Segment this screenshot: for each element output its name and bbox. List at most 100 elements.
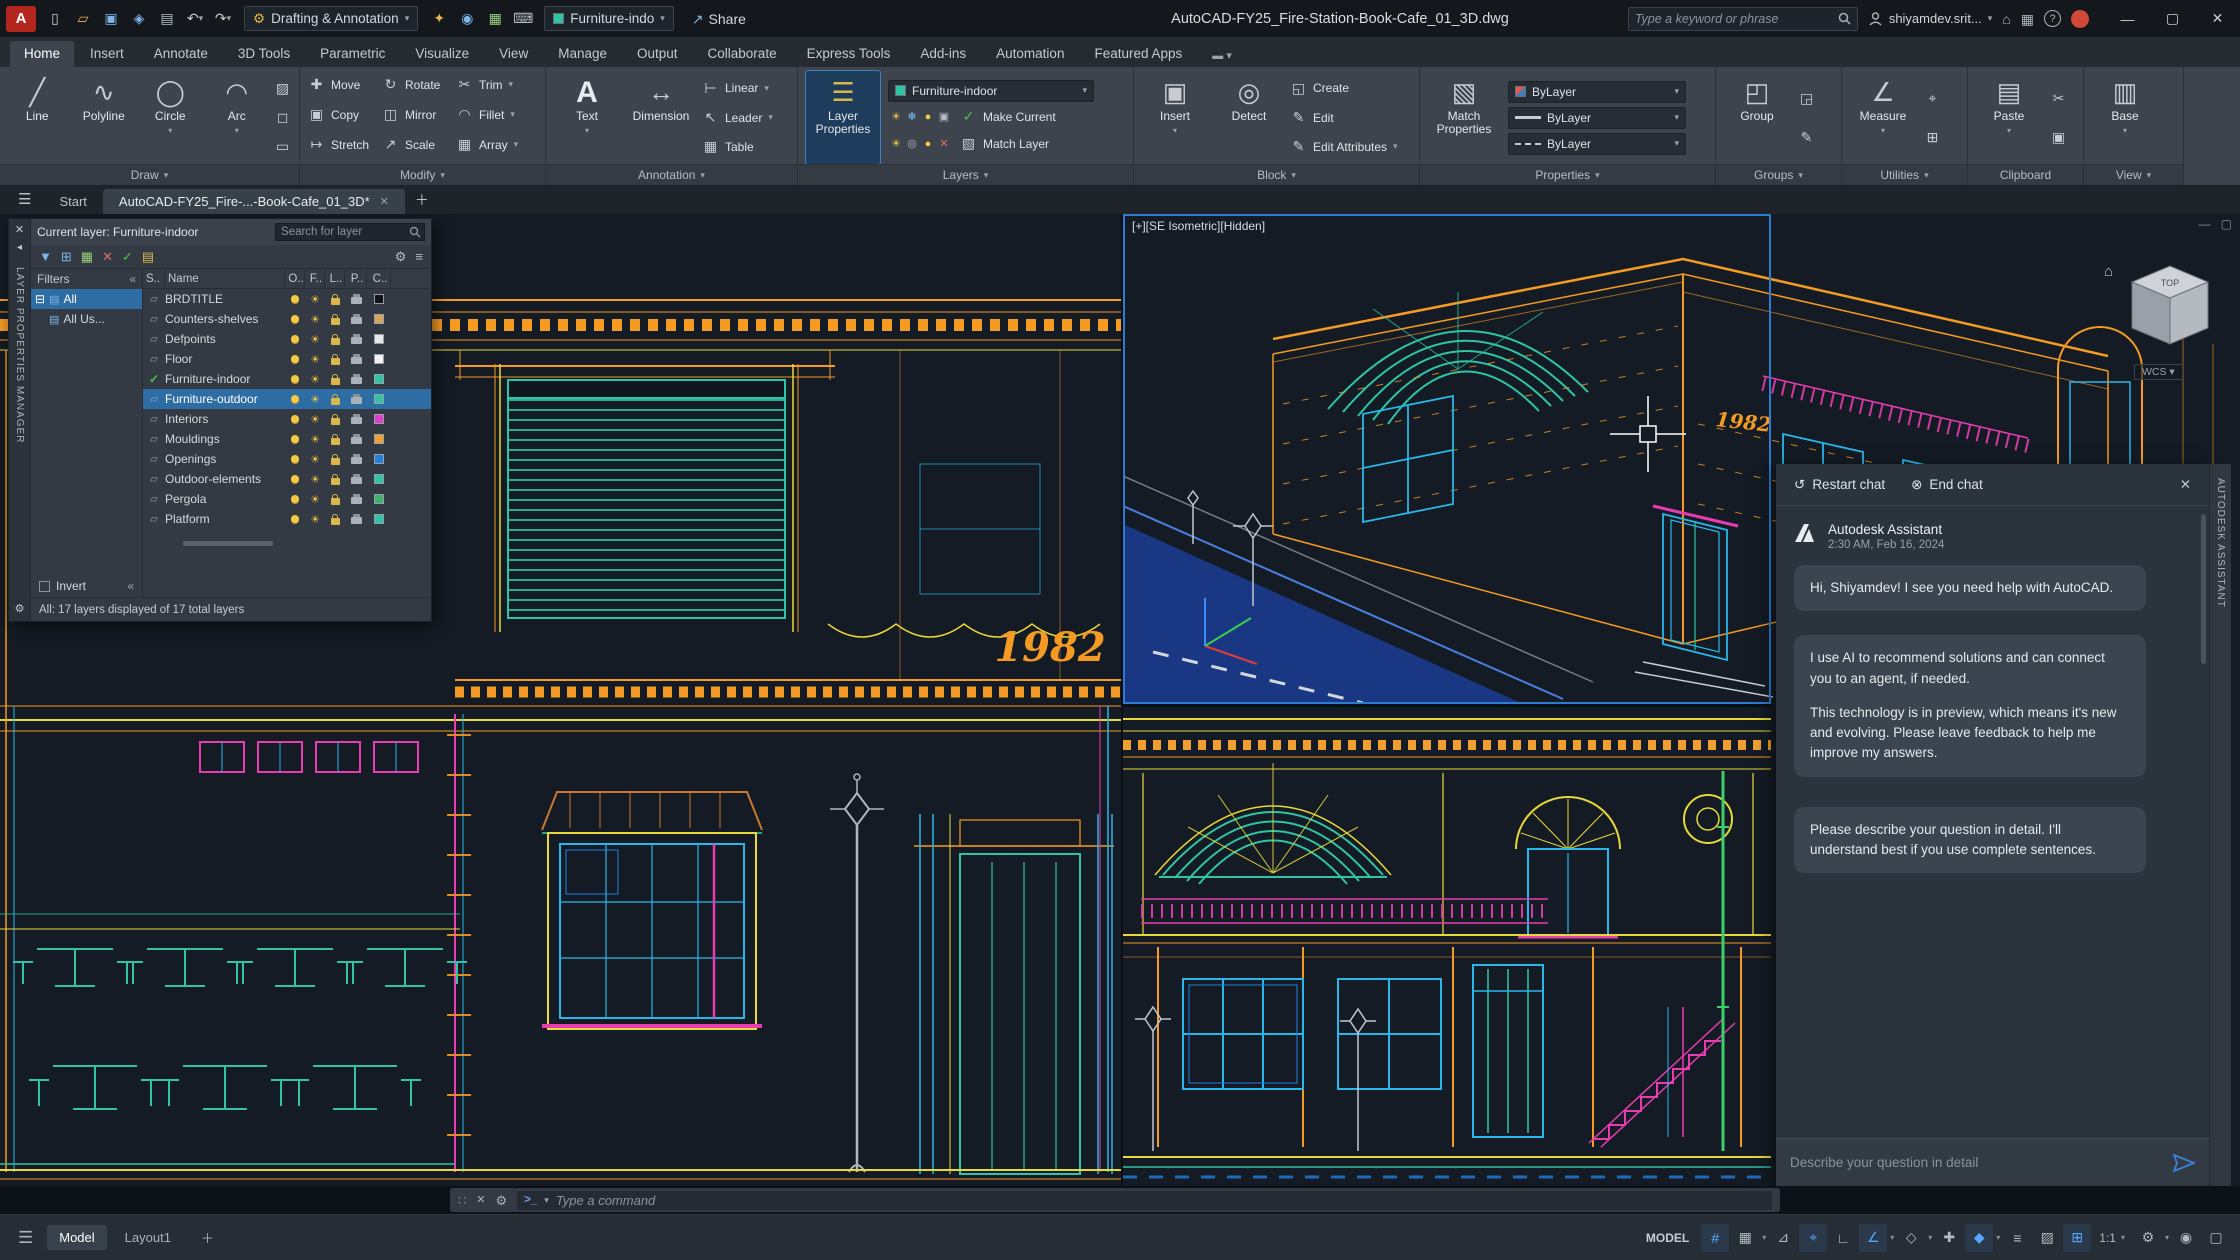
panel-label-layers[interactable]: Layers ▾ [798, 164, 1133, 185]
selection-cycling-toggle[interactable]: ⊞ [2063, 1223, 2092, 1252]
tab-current-drawing[interactable]: AutoCAD-FY25_Fire-...-Book-Cafe_01_3D* ✕ [102, 189, 405, 214]
file-tabs-menu-icon[interactable]: ☰ [6, 190, 43, 214]
viewport-minimize-icon[interactable]: — [2199, 217, 2211, 231]
tab-output[interactable]: Output [623, 41, 692, 67]
end-chat-button[interactable]: ⊗ End chat [1911, 477, 1983, 492]
base-button[interactable]: ▥ Base ▾ [2092, 71, 2158, 164]
boundary-button[interactable]: ◻ [274, 106, 291, 130]
measure-button[interactable]: ∠ Measure ▾ [1850, 71, 1916, 164]
layer-dropdown[interactable]: Furniture-indoor ▾ [888, 79, 1094, 102]
panel-label-utilities[interactable]: Utilities ▾ [1842, 164, 1967, 185]
viewcube[interactable]: TOP [2126, 260, 2214, 361]
signed-in-user[interactable]: shiyamdev.srit... ▾ [1868, 11, 1992, 26]
leader-button[interactable]: ↖ Leader ▾ [702, 106, 773, 130]
layer-search-input[interactable] [275, 223, 425, 241]
insert-block-button[interactable]: ▣ Insert ▾ [1142, 71, 1208, 164]
viewport-front-elevation[interactable] [1123, 707, 1771, 1186]
restart-chat-button[interactable]: ↺ Restart chat [1794, 477, 1885, 492]
chat-scrollbar[interactable] [2201, 514, 2206, 664]
new-layout-button[interactable]: ＋ [189, 1223, 226, 1252]
layer-on-icon[interactable]: ☀ [891, 110, 901, 123]
collapse-filters-icon[interactable]: « [129, 272, 136, 286]
keyboard-icon[interactable]: ⌨ [510, 6, 536, 32]
publish-icon[interactable]: ✦ [426, 6, 452, 32]
tab-start[interactable]: Start [43, 189, 102, 214]
wcs-indicator[interactable]: WCS ▾ [2134, 364, 2183, 380]
edit-block-button[interactable]: ✎ Edit [1290, 106, 1398, 130]
infer-constraints-toggle[interactable]: ⊿ [1769, 1224, 1797, 1252]
tab-annotate[interactable]: Annotate [140, 41, 222, 67]
object-snap-toggle[interactable]: ◆ [1965, 1223, 1994, 1252]
palette-autohide-icon[interactable]: ◂ [17, 242, 22, 253]
panel-label-modify[interactable]: Modify ▾ [300, 164, 545, 185]
delete-layer-icon[interactable]: ✕ [102, 250, 113, 263]
sheet-set-icon[interactable]: ◉ [454, 6, 480, 32]
layer-row[interactable]: ▱ Counters-shelves ☀ [143, 309, 431, 329]
new-layer-icon[interactable]: ⊞ [61, 250, 72, 263]
layer-row[interactable]: ▱ Outdoor-elements ☀ [143, 469, 431, 489]
layer-delete-icon[interactable]: ✕ [939, 137, 948, 150]
grid-display-toggle[interactable]: # [1701, 1223, 1730, 1252]
undo-icon[interactable]: ↶ ▾ [182, 6, 208, 32]
palette-close-icon[interactable]: ✕ [15, 223, 24, 236]
trim-button[interactable]: ✂ Trim ▾ [456, 73, 530, 97]
viewcube-home-icon[interactable]: ⌂ [2104, 264, 2113, 279]
lineweight-dropdown[interactable]: ByLayer ▾ [1508, 106, 1686, 129]
object-color-dropdown[interactable]: ByLayer ▾ [1508, 80, 1686, 103]
layer-properties-button[interactable]: ☰ Layer Properties [805, 70, 881, 165]
chat-close-icon[interactable]: ✕ [2180, 477, 2191, 493]
layer-freeze-icon[interactable]: ❄ [907, 110, 916, 123]
account-avatar[interactable] [2071, 9, 2089, 28]
drawing-area[interactable]: 1982 1982 [+][SE Isometric][Hidden] — ▢ … [0, 214, 2240, 1186]
isometric-drafting-toggle[interactable]: ◇ [1897, 1224, 1925, 1252]
command-input-field[interactable]: >_ ▾ [517, 1190, 1772, 1210]
panel-label-view[interactable]: View ▾ [2084, 164, 2183, 185]
layer-row[interactable]: ▱ Interiors ☀ [143, 409, 431, 429]
polyline-button[interactable]: ∿ Polyline [75, 71, 134, 164]
panel-label-block[interactable]: Block ▾ [1134, 164, 1419, 185]
viewport-controls-label[interactable]: [+][SE Isometric][Hidden] [1132, 219, 1265, 233]
layer-row[interactable]: ▱ Defpoints ☀ [143, 329, 431, 349]
palette-title-bar[interactable]: ✕ ◂ LAYER PROPERTIES MANAGER ⚙ [9, 219, 31, 621]
palette-properties-icon[interactable]: ⚙ [15, 602, 25, 615]
cut-button[interactable]: ✂ [2050, 86, 2067, 110]
polar-tracking-toggle[interactable]: ∠ [1859, 1223, 1888, 1252]
line-button[interactable]: ╱ Line [8, 71, 67, 164]
palette-settings-gear-icon[interactable]: ⚙ [395, 250, 407, 263]
palette-menu-icon[interactable]: ≡ [415, 250, 423, 263]
detect-button[interactable]: ◎ Detect [1216, 71, 1282, 164]
save-icon[interactable]: ▣ [98, 6, 124, 32]
copy-clip-button[interactable]: ▣ [2050, 125, 2067, 149]
filter-all[interactable]: ⊟ ▤ All [31, 289, 142, 309]
open-file-icon[interactable]: ▱ [70, 6, 96, 32]
group-edit-button[interactable]: ✎ [1798, 125, 1815, 149]
layer-row[interactable]: ▱ Openings ☀ [143, 449, 431, 469]
tree-expander-icon[interactable]: ⊟ [35, 292, 45, 306]
panel-label-clipboard[interactable]: Clipboard [1968, 164, 2083, 185]
clean-screen-button[interactable]: ▢ [2202, 1224, 2230, 1252]
invert-checkbox[interactable] [39, 580, 50, 592]
workspace-switching-button[interactable]: ⚙ [2134, 1224, 2162, 1252]
layer-grid-header[interactable]: S.. Name O.. F.. L.. P.. C.. [143, 269, 431, 289]
paste-button[interactable]: ▤ Paste ▾ [1976, 71, 2042, 164]
layer-off-icon[interactable]: ● [925, 138, 932, 150]
layout1-tab[interactable]: Layout1 [113, 1225, 183, 1250]
plot-icon[interactable]: ▤ [154, 6, 180, 32]
assistant-palette-title-bar[interactable]: AUTODESK ASSISTANT [2209, 464, 2231, 1186]
panel-label-draw[interactable]: Draw ▾ [0, 164, 299, 185]
tab-view[interactable]: View [485, 41, 542, 67]
dynamic-input-toggle[interactable]: ⌖ [1799, 1223, 1828, 1252]
panel-label-properties[interactable]: Properties ▾ [1420, 164, 1715, 185]
move-button[interactable]: ✚ Move [308, 73, 382, 97]
annotation-monitor-toggle[interactable]: ◉ [2172, 1224, 2200, 1252]
help-icon[interactable]: ? [2044, 10, 2061, 27]
command-grip-icon[interactable]: ∷ [458, 1194, 466, 1207]
layer-row[interactable]: ▱ Floor ☀ [143, 349, 431, 369]
command-customize-icon[interactable]: ⚙ [496, 1194, 508, 1207]
panel-label-groups[interactable]: Groups ▾ [1716, 164, 1841, 185]
layer-isolate-icon[interactable]: ◎ [907, 137, 917, 150]
quick-calc-button[interactable]: ⊞ [1924, 125, 1941, 149]
layer-search-box[interactable] [275, 223, 425, 241]
titlebar-layer-control[interactable]: Furniture-indo ▾ [544, 6, 674, 31]
create-block-button[interactable]: ◱ Create [1290, 76, 1398, 100]
